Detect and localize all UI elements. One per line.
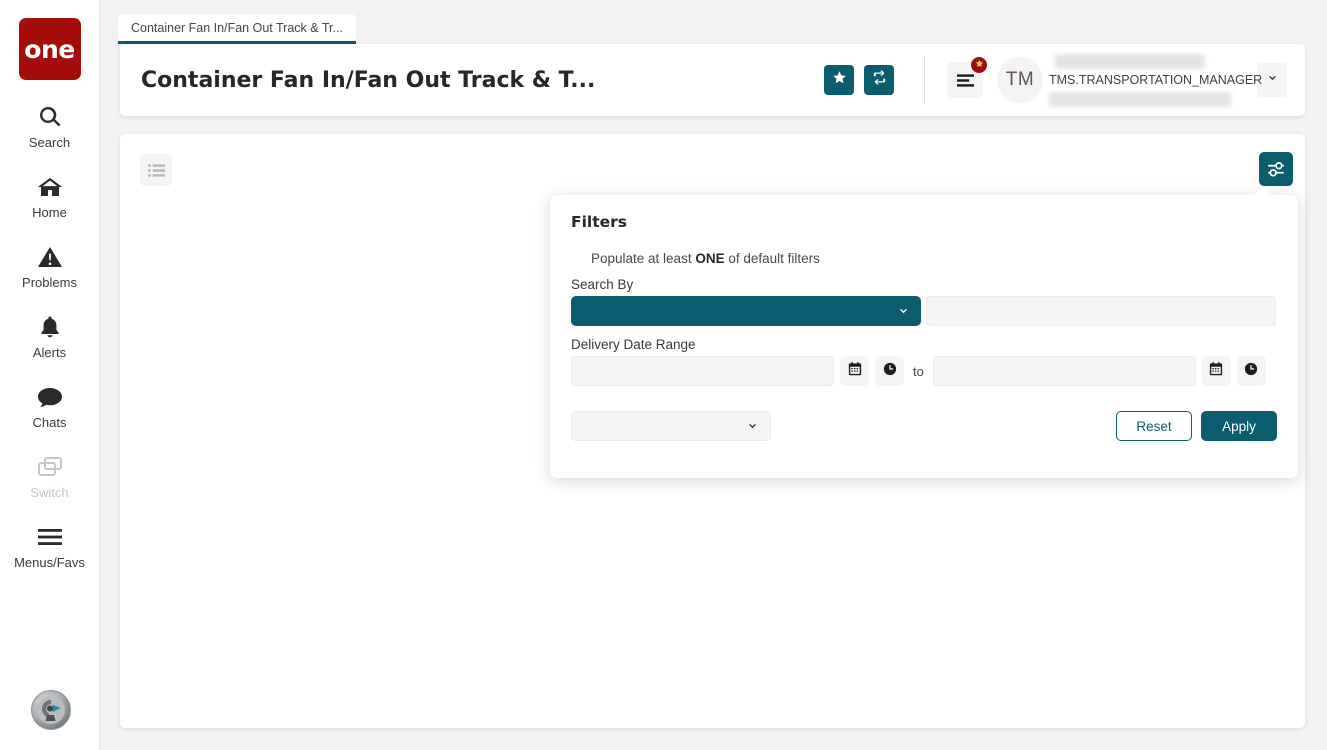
sidebar-item-home[interactable]: Home bbox=[0, 172, 100, 220]
date-from-calendar-button[interactable] bbox=[840, 356, 869, 386]
refresh-button[interactable] bbox=[864, 65, 894, 95]
date-to-time-button[interactable] bbox=[1236, 356, 1266, 386]
redacted-bar-top bbox=[1055, 54, 1205, 69]
sidebar-item-search[interactable]: Search bbox=[0, 102, 100, 150]
left-sidebar: one Search Home Problems Alerts Chats Sw… bbox=[0, 0, 100, 750]
sidebar-item-chats[interactable]: Chats bbox=[0, 382, 100, 430]
reset-button[interactable]: Reset bbox=[1116, 411, 1192, 441]
filters-title: Filters bbox=[571, 213, 628, 231]
calendar-icon bbox=[848, 361, 862, 381]
sidebar-item-switch[interactable]: Switch bbox=[0, 452, 100, 500]
sidebar-item-menus-favs[interactable]: Menus/Favs bbox=[0, 522, 100, 570]
hint-suffix: of default filters bbox=[724, 251, 820, 266]
sidebar-item-label: Menus/Favs bbox=[14, 555, 85, 570]
page-header: Container Fan In/Fan Out Track & T... TM… bbox=[120, 44, 1305, 116]
clock-icon bbox=[1244, 362, 1258, 381]
header-menu-button[interactable] bbox=[947, 56, 988, 98]
hint-prefix: Populate at least bbox=[591, 251, 696, 266]
chevron-down-icon bbox=[747, 421, 758, 432]
list-view-icon[interactable] bbox=[140, 154, 172, 186]
date-from-time-button[interactable] bbox=[875, 356, 904, 386]
sidebar-item-label: Search bbox=[28, 135, 71, 150]
tab-container-fan-in-fan-out[interactable]: Container Fan In/Fan Out Track & Tr... bbox=[118, 14, 356, 44]
chat-icon bbox=[37, 382, 63, 412]
user-avatar-icon[interactable] bbox=[31, 690, 71, 730]
filters-footer: Reset Apply bbox=[571, 411, 1277, 441]
delivery-date-range-label: Delivery Date Range bbox=[571, 337, 696, 352]
header-divider bbox=[924, 57, 925, 103]
delivery-date-range-row: to bbox=[571, 356, 1277, 386]
chevron-down-icon bbox=[898, 306, 909, 317]
date-from-input[interactable] bbox=[571, 356, 834, 386]
home-icon bbox=[37, 172, 63, 202]
sidebar-item-label: Switch bbox=[30, 485, 69, 500]
redacted-bar-bottom bbox=[1049, 92, 1231, 107]
star-icon bbox=[975, 59, 984, 71]
tab-strip: Container Fan In/Fan Out Track & Tr... bbox=[100, 0, 1327, 44]
avatar[interactable]: TM bbox=[997, 57, 1043, 103]
sidebar-item-label: Home bbox=[32, 205, 67, 220]
search-by-select[interactable] bbox=[571, 296, 921, 326]
header-actions: TM TMS.TRANSPORTATION_MANAGER bbox=[814, 44, 1305, 116]
search-by-label: Search By bbox=[571, 277, 634, 292]
switch-icon bbox=[37, 452, 63, 482]
content-panel: Filters Populate at least ONE of default… bbox=[120, 134, 1305, 728]
clock-icon bbox=[883, 362, 897, 381]
bell-icon bbox=[38, 312, 62, 342]
page-title: Container Fan In/Fan Out Track & T... bbox=[141, 67, 596, 93]
filters-hint: Populate at least ONE of default filters bbox=[591, 251, 1277, 266]
date-to-input[interactable] bbox=[932, 356, 1196, 386]
user-info: TMS.TRANSPORTATION_MANAGER bbox=[1049, 54, 1263, 107]
apply-button-label: Apply bbox=[1222, 418, 1256, 434]
reset-button-label: Reset bbox=[1136, 418, 1172, 434]
menu-badge bbox=[970, 56, 988, 74]
sidebar-item-alerts[interactable]: Alerts bbox=[0, 312, 100, 360]
brand-logo[interactable]: one bbox=[18, 18, 81, 80]
refresh-icon bbox=[872, 70, 887, 90]
brand-logo-text: one bbox=[24, 34, 75, 64]
hamburger-icon bbox=[37, 522, 63, 552]
sidebar-item-problems[interactable]: Problems bbox=[0, 242, 100, 290]
filters-popover: Filters Populate at least ONE of default… bbox=[550, 186, 1298, 478]
star-icon bbox=[832, 70, 847, 90]
username-label: TMS.TRANSPORTATION_MANAGER bbox=[1049, 73, 1263, 87]
calendar-icon bbox=[1209, 361, 1223, 381]
sidebar-item-label: Chats bbox=[32, 415, 67, 430]
chevron-down-icon bbox=[1267, 71, 1278, 89]
search-icon bbox=[38, 102, 62, 132]
sidebar-item-label: Problems bbox=[22, 275, 77, 290]
popover-caret-icon bbox=[1253, 186, 1273, 196]
filters-action-buttons: Reset Apply bbox=[1116, 411, 1277, 441]
apply-button[interactable]: Apply bbox=[1201, 411, 1277, 441]
search-value-input[interactable] bbox=[926, 296, 1276, 326]
date-range-separator: to bbox=[913, 363, 924, 379]
hint-bold: ONE bbox=[695, 251, 725, 266]
search-by-row bbox=[571, 296, 1277, 326]
saved-search-select[interactable] bbox=[571, 411, 771, 441]
avatar-initials: TM bbox=[1005, 69, 1035, 90]
filter-sliders-icon[interactable] bbox=[1259, 152, 1293, 186]
date-to-calendar-button[interactable] bbox=[1201, 356, 1231, 386]
warning-icon bbox=[37, 242, 63, 272]
sidebar-item-label: Alerts bbox=[32, 345, 67, 360]
tab-label: Container Fan In/Fan Out Track & Tr... bbox=[131, 20, 343, 35]
favorite-button[interactable] bbox=[824, 65, 854, 95]
